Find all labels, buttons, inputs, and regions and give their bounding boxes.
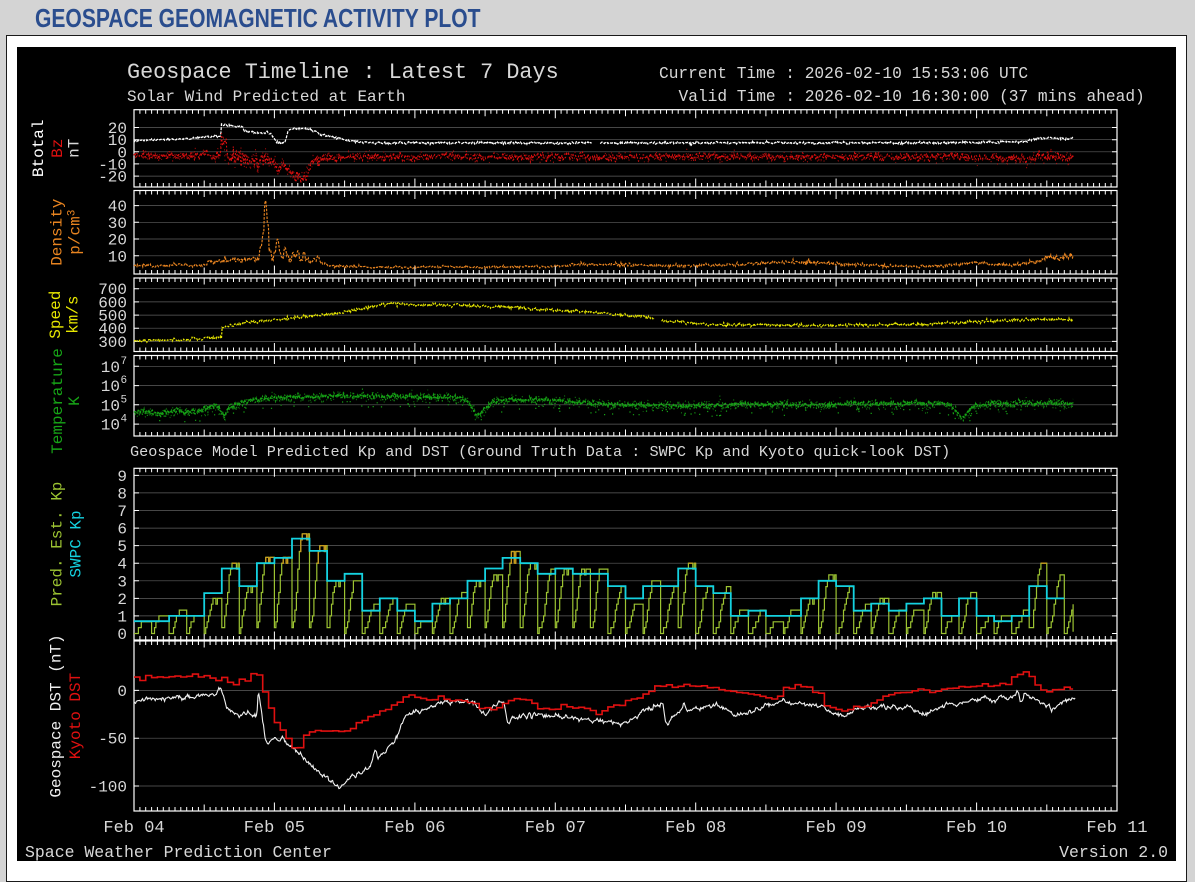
svg-text:Feb 08: Feb 08 [665, 819, 726, 838]
svg-text:10: 10 [101, 397, 120, 415]
svg-text:300: 300 [98, 334, 127, 352]
svg-text:9: 9 [117, 468, 127, 486]
svg-text:km/s: km/s [65, 295, 83, 333]
svg-text:Feb 11: Feb 11 [1086, 819, 1147, 838]
svg-text:0: 0 [117, 626, 127, 644]
svg-text:10: 10 [108, 248, 127, 266]
svg-text:30: 30 [108, 215, 127, 233]
svg-text:10: 10 [101, 378, 120, 396]
svg-text:Bz: Bz [49, 139, 67, 158]
svg-text:Solar Wind Predicted at Earth: Solar Wind Predicted at Earth [127, 88, 405, 106]
svg-text:K: K [66, 396, 84, 406]
svg-text:-50: -50 [98, 731, 127, 749]
svg-text:20: 20 [108, 232, 127, 250]
svg-text:7: 7 [121, 356, 128, 368]
svg-text:5: 5 [117, 538, 127, 556]
svg-text:8: 8 [117, 485, 127, 503]
svg-text:2: 2 [117, 591, 127, 609]
svg-text:3: 3 [117, 573, 127, 591]
svg-text:Btotal: Btotal [30, 119, 48, 177]
svg-text:1: 1 [117, 608, 127, 626]
svg-text:Geospace Timeline : Latest 7 D: Geospace Timeline : Latest 7 Days [127, 60, 559, 85]
svg-text:10: 10 [101, 359, 120, 377]
svg-text:4: 4 [121, 414, 128, 426]
svg-text:Feb 05: Feb 05 [244, 819, 305, 838]
svg-text:6: 6 [121, 375, 128, 387]
svg-text:Version 2.0: Version 2.0 [1059, 843, 1168, 861]
svg-text:5: 5 [121, 394, 128, 406]
svg-text:40: 40 [108, 198, 127, 216]
svg-text:Feb 04: Feb 04 [103, 819, 164, 838]
svg-text:Density: Density [49, 198, 67, 266]
svg-text:Feb 07: Feb 07 [525, 819, 586, 838]
svg-text:10: 10 [101, 417, 120, 435]
svg-text:-100: -100 [89, 779, 127, 797]
svg-text:Speed: Speed [47, 291, 65, 339]
svg-text:Feb 06: Feb 06 [384, 819, 445, 838]
svg-text:Feb 09: Feb 09 [805, 819, 866, 838]
svg-text:7: 7 [117, 503, 127, 521]
svg-text:SWPC Kp: SWPC Kp [68, 510, 86, 577]
svg-text:Geospace Model Predicted Kp an: Geospace Model Predicted Kp and DST (Gro… [130, 443, 950, 461]
svg-text:Temperature: Temperature [49, 348, 67, 454]
svg-text:Space Weather Prediction Cente: Space Weather Prediction Center [25, 843, 332, 861]
svg-text:nT: nT [65, 139, 83, 158]
svg-text:0: 0 [117, 683, 127, 701]
svg-text:4: 4 [117, 556, 127, 574]
svg-text:p/cm3: p/cm3 [67, 210, 85, 255]
svg-text:Feb 10: Feb 10 [946, 819, 1007, 838]
svg-text:6: 6 [117, 521, 127, 539]
svg-text:-20: -20 [98, 169, 127, 187]
svg-text:Kyoto DST: Kyoto DST [67, 673, 85, 759]
svg-text:Geospace DST (nT): Geospace DST (nT) [47, 634, 65, 797]
svg-text:Current Time : 2026-02-10 15:5: Current Time : 2026-02-10 15:53:06 UTC [659, 65, 1028, 83]
svg-text:Pred. Est. Kp: Pred. Est. Kp [48, 482, 66, 607]
svg-text:Valid Time : 2026-02-10 16:30:: Valid Time : 2026-02-10 16:30:00 (37 min… [679, 88, 1145, 106]
